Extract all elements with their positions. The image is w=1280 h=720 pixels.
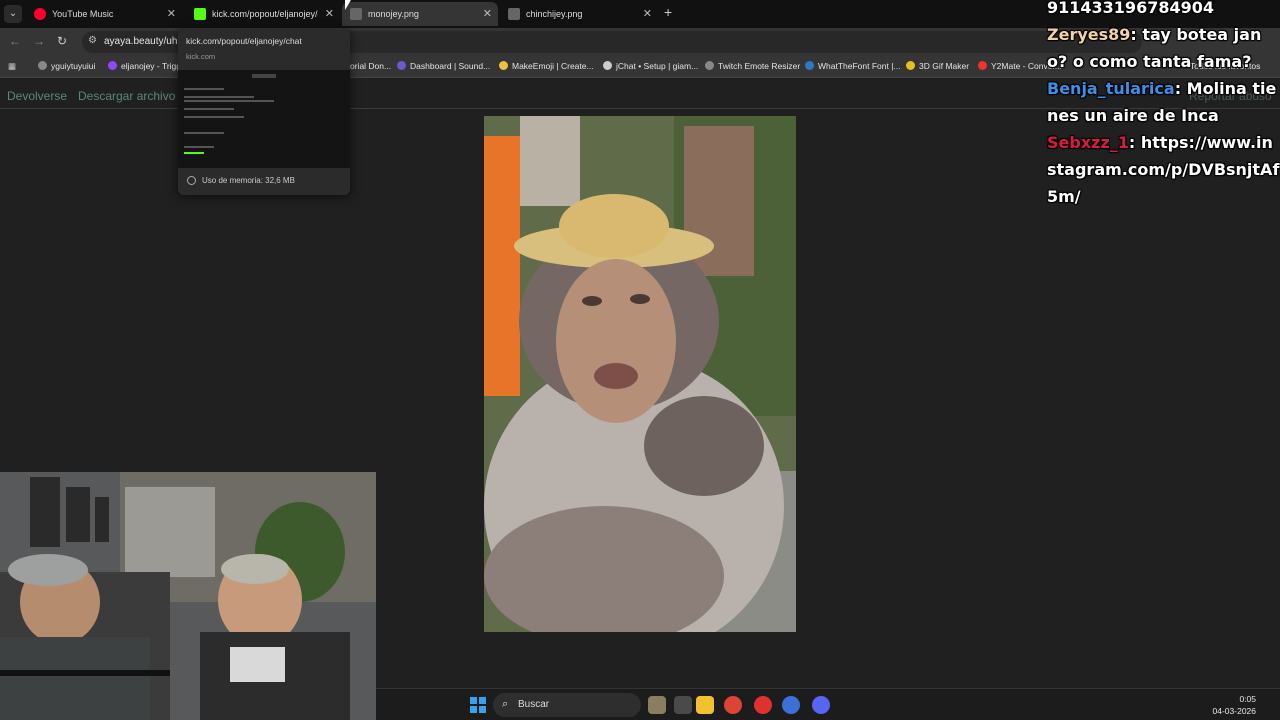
bookmark-item[interactable]: eljanojey - Trigg bbox=[108, 61, 181, 71]
site-info-icon[interactable]: ⚙ bbox=[88, 35, 97, 46]
jchat-icon bbox=[603, 61, 612, 70]
reload-icon[interactable]: ↻ bbox=[57, 34, 67, 48]
obs-app-icon[interactable] bbox=[754, 696, 772, 714]
apps-grid-icon[interactable]: ▦ bbox=[8, 61, 16, 72]
file-explorer-icon[interactable] bbox=[696, 696, 714, 714]
chat-username: Sebxzz_1 bbox=[1047, 133, 1129, 152]
globe-icon bbox=[705, 61, 714, 70]
tab-close-icon[interactable]: ✕ bbox=[483, 2, 492, 26]
chat-username: Benja_tularica bbox=[1047, 79, 1175, 98]
tab-label: chinchijey.png bbox=[526, 9, 583, 19]
globe-icon bbox=[38, 61, 47, 70]
bookmark-item[interactable]: yguiytuyuiui bbox=[38, 61, 95, 71]
stream-chat-overlay: 911433196784904 Zeryes89: tay botea jano… bbox=[1040, 0, 1280, 210]
taskbar-search-placeholder: Buscar bbox=[518, 699, 550, 710]
chat-preview-thumbnail bbox=[178, 70, 350, 168]
tab-label: YouTube Music bbox=[52, 9, 114, 19]
tab-close-icon[interactable]: ✕ bbox=[643, 2, 652, 26]
tab-close-icon[interactable]: ✕ bbox=[325, 2, 334, 26]
discord-icon[interactable] bbox=[812, 696, 830, 714]
tab-hover-card: kick.com/popout/eljanojey/chat kick.com … bbox=[178, 28, 350, 195]
tab-youtube-music[interactable]: YouTube Music ✕ bbox=[26, 2, 182, 26]
hovercard-title: kick.com/popout/eljanojey/chat bbox=[186, 36, 302, 46]
new-tab-button[interactable]: + bbox=[664, 4, 672, 20]
hovercard-memory: Uso de memoria: 32,6 MB bbox=[178, 168, 350, 195]
memory-icon bbox=[187, 176, 196, 185]
tab-search-button[interactable]: ⌄ bbox=[4, 5, 22, 23]
back-icon[interactable]: ← bbox=[9, 34, 21, 48]
y2mate-icon bbox=[978, 61, 987, 70]
search-icon: ⌕ bbox=[502, 698, 509, 710]
tab-chinchijey[interactable]: chinchijey.png ✕ bbox=[500, 2, 658, 26]
tab-close-icon[interactable]: ✕ bbox=[167, 2, 176, 26]
tab-monojey[interactable]: monojey.png ✕ bbox=[342, 2, 498, 26]
makeemoji-icon bbox=[499, 61, 508, 70]
chat-message: Sebxzz_1: https://www.instagram.com/p/DV… bbox=[1040, 129, 1280, 210]
monkey-image bbox=[484, 116, 796, 632]
image-file-icon bbox=[350, 8, 362, 20]
clock-date: 04-03-2026 bbox=[1212, 706, 1256, 716]
screen: ⌄ YouTube Music ✕ kick.com/popout/eljano… bbox=[0, 0, 1280, 720]
bookmark-item[interactable]: MakeEmoji | Create... bbox=[499, 61, 594, 71]
webcam-drawing bbox=[0, 472, 376, 720]
whatthefont-icon bbox=[805, 61, 814, 70]
bookmark-item[interactable]: jChat • Setup | giam... bbox=[603, 61, 698, 71]
download-link[interactable]: Descargar archivo bbox=[78, 89, 175, 103]
mouse-cursor-icon bbox=[345, 0, 351, 10]
chat-text: 911433196784904 bbox=[1047, 0, 1214, 17]
address-text[interactable]: ayaya.beauty/uhb bbox=[104, 36, 183, 47]
tab-label: kick.com/popout/eljanojey/cha bbox=[212, 9, 318, 19]
memory-usage: Uso de memoria: 32,6 MB bbox=[202, 176, 295, 185]
bookmark-item[interactable]: orial Don... bbox=[350, 61, 391, 71]
youtube-music-icon bbox=[34, 8, 46, 20]
gif-maker-icon bbox=[906, 61, 915, 70]
chat-message: 911433196784904 bbox=[1040, 0, 1280, 21]
bookmark-item[interactable]: Dashboard | Sound... bbox=[397, 61, 490, 71]
taskbar-clock[interactable]: 0:05 04-03-2026 bbox=[1213, 693, 1256, 717]
chat-username: Zeryes89 bbox=[1047, 25, 1131, 44]
kick-icon bbox=[194, 8, 206, 20]
twitch-icon bbox=[108, 61, 117, 70]
chat-message: Benja_tularica: Molina tienes un aire de… bbox=[1040, 75, 1280, 129]
streaming-app-icon[interactable] bbox=[782, 696, 800, 714]
forward-icon[interactable]: → bbox=[33, 34, 45, 48]
tab-kick-chat[interactable]: kick.com/popout/eljanojey/cha ✕ bbox=[186, 2, 340, 26]
taskbar-search[interactable]: ⌕ Buscar bbox=[493, 693, 641, 717]
taskbar-app-icon[interactable] bbox=[648, 696, 666, 714]
windows-start-icon[interactable] bbox=[470, 697, 486, 713]
soundalerts-icon bbox=[397, 61, 406, 70]
bookmark-item[interactable]: 3D Gif Maker bbox=[906, 61, 969, 71]
hovercard-domain: kick.com bbox=[186, 52, 216, 61]
tab-label: monojey.png bbox=[368, 9, 419, 19]
chat-message: Zeryes89: tay botea jano? o como tanta f… bbox=[1040, 21, 1280, 75]
image-file-icon bbox=[508, 8, 520, 20]
task-view-icon[interactable] bbox=[674, 696, 692, 714]
back-link[interactable]: Devolverse bbox=[7, 89, 67, 103]
bookmark-item[interactable]: Twitch Emote Resizer bbox=[705, 61, 800, 71]
chrome-icon[interactable] bbox=[724, 696, 742, 714]
monkey-image-drawing bbox=[484, 116, 796, 632]
windows-taskbar: ⌕ Buscar 0:05 04-03-2026 bbox=[376, 688, 1280, 720]
clock-time: 0:05 bbox=[1239, 694, 1256, 704]
bookmark-item[interactable]: WhatTheFont Font |... bbox=[805, 61, 901, 71]
webcam-overlay bbox=[0, 472, 376, 720]
